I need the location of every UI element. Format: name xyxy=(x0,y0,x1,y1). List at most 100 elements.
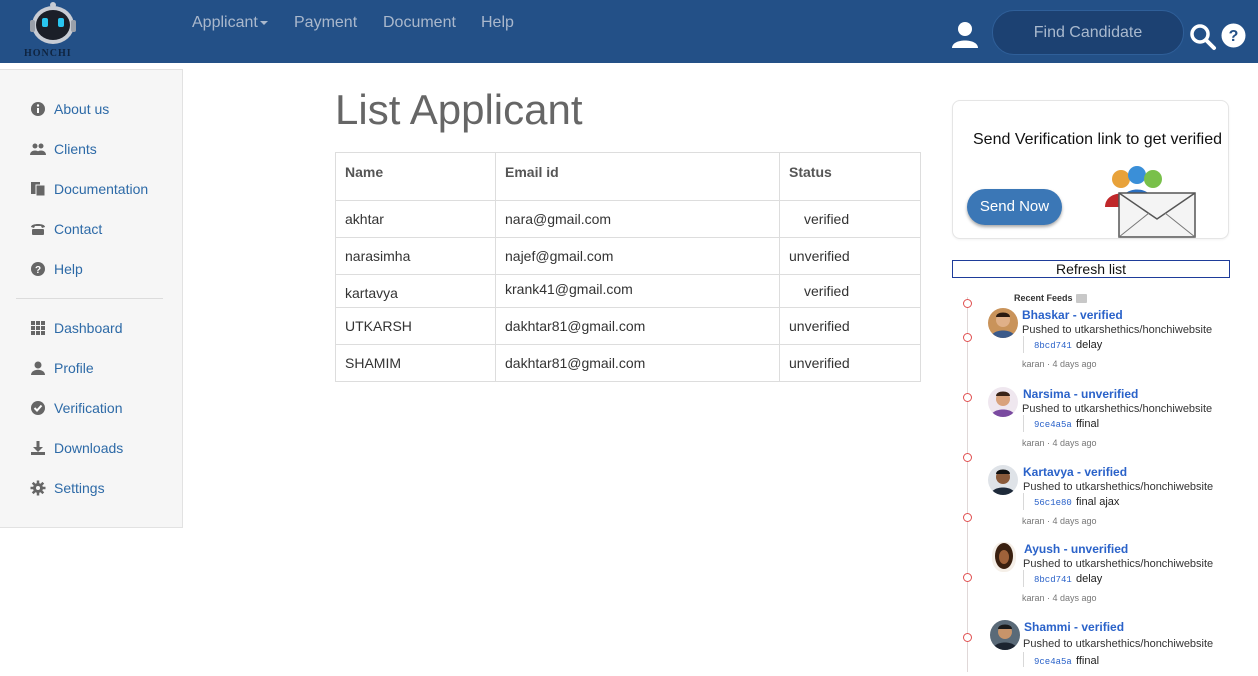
commit-message: ffinal xyxy=(1076,655,1100,667)
feed-item: Bhaskar - verified Pushed to utkarshethi… xyxy=(988,308,1238,378)
table-row: akhtar nara@gmail.com verified xyxy=(335,200,921,238)
feed-user-link[interactable]: Narsima - unverified xyxy=(1023,387,1138,401)
sidebar-item-help[interactable]: ? Help xyxy=(30,259,83,279)
search-icon[interactable] xyxy=(1189,23,1217,51)
timeline-dot xyxy=(963,333,972,342)
feed-pushed-text: Pushed to utkarshethics/honchiwebsite xyxy=(1023,638,1214,650)
timeline-dot xyxy=(963,453,972,462)
gear-icon xyxy=(30,480,46,496)
svg-text:?: ? xyxy=(35,265,41,276)
find-candidate-search[interactable]: Find Candidate xyxy=(992,10,1184,55)
commit-bar xyxy=(1023,493,1024,510)
mail-users-icon xyxy=(1105,166,1196,238)
sidebar-item-about-us[interactable]: About us xyxy=(30,99,109,119)
sidebar-item-settings[interactable]: Settings xyxy=(30,478,105,498)
page-title: List Applicant xyxy=(335,86,583,133)
commit-message: delay xyxy=(1076,339,1103,351)
column-header-name: Name xyxy=(335,152,496,201)
cell-email: krank41@gmail.com xyxy=(495,274,780,308)
table-row: narasimha najef@gmail.com unverified xyxy=(335,237,921,275)
files-icon xyxy=(31,182,46,197)
phone-icon xyxy=(31,224,45,235)
avatar xyxy=(988,465,1018,495)
users-icon xyxy=(30,143,46,155)
commit-hash-link[interactable]: 9ce4a5a xyxy=(1034,657,1072,667)
avatar xyxy=(988,308,1018,338)
commit-hash-link[interactable]: 9ce4a5a xyxy=(1034,420,1072,430)
sidebar-item-label: Clients xyxy=(54,141,97,157)
refresh-list-button[interactable]: Refresh list xyxy=(952,260,1230,278)
sidebar-item-label: Dashboard xyxy=(54,320,123,336)
top-navbar: HONCHI Applicant Payment Document Help F… xyxy=(0,0,1258,63)
commit-message: ffinal xyxy=(1076,418,1100,430)
commit-hash-link[interactable]: 8bcd741 xyxy=(1034,341,1072,351)
info-circle-icon xyxy=(31,102,45,116)
timeline-dot xyxy=(963,573,972,582)
sidebar-item-label: Profile xyxy=(54,360,94,376)
logo-text: HONCHI xyxy=(24,48,72,59)
download-icon xyxy=(31,441,45,455)
table-row: kartavya krank41@gmail.com verified xyxy=(335,274,921,308)
feed-user-link[interactable]: Shammi - verified xyxy=(1024,620,1124,634)
sidebar-item-clients[interactable]: Clients xyxy=(30,139,97,159)
recent-feeds-header: Recent Feeds xyxy=(1014,293,1087,303)
commit-message: final ajax xyxy=(1076,496,1120,508)
avatar xyxy=(992,542,1016,572)
feed-user-link[interactable]: Kartavya - verified xyxy=(1023,465,1127,479)
sidebar: About us Clients Documentation Contact ?… xyxy=(0,69,183,528)
nav-applicant-label: Applicant xyxy=(192,14,258,31)
cell-name: narasimha xyxy=(335,237,496,275)
column-header-status: Status xyxy=(779,152,921,201)
commit-bar xyxy=(1023,415,1024,432)
cell-email: dakhtar81@gmail.com xyxy=(495,307,780,345)
question-circle-icon[interactable]: ? xyxy=(1221,23,1246,48)
sidebar-item-label: Help xyxy=(54,261,83,277)
verification-text: Send Verification link to get verified xyxy=(973,131,1223,148)
feed-item: Narsima - unverified Pushed to utkarshet… xyxy=(988,387,1238,457)
commit-hash-link[interactable]: 56c1e80 xyxy=(1034,498,1072,508)
cell-status: verified xyxy=(779,274,921,308)
cell-status: verified xyxy=(779,200,921,238)
grid-icon xyxy=(31,321,45,335)
sidebar-item-label: Contact xyxy=(54,221,103,237)
feed-item: Kartavya - verified Pushed to utkarsheth… xyxy=(988,465,1238,535)
check-circle-icon xyxy=(31,401,45,415)
cell-name: UTKARSH xyxy=(335,307,496,345)
cell-email: nara@gmail.com xyxy=(495,200,780,238)
send-now-button[interactable]: Send Now xyxy=(967,189,1062,225)
timeline-dot xyxy=(963,393,972,402)
cell-name: kartavya xyxy=(335,274,496,308)
sidebar-item-dashboard[interactable]: Dashboard xyxy=(30,318,123,338)
timeline-dot xyxy=(963,513,972,522)
sidebar-item-downloads[interactable]: Downloads xyxy=(30,438,123,458)
sidebar-item-verification[interactable]: Verification xyxy=(30,398,122,418)
svg-text:?: ? xyxy=(1229,28,1239,45)
recent-feeds-title: Recent Feeds xyxy=(1014,293,1073,303)
feed-meta: karan · 4 days ago xyxy=(1022,359,1097,369)
commit-hash-link[interactable]: 8bcd741 xyxy=(1034,575,1072,585)
sidebar-item-label: Documentation xyxy=(54,181,149,197)
caret-down-icon xyxy=(259,20,268,25)
table-header-row: Name Email id Status xyxy=(335,152,921,201)
feed-meta: karan · 4 days ago xyxy=(1022,593,1097,603)
avatar xyxy=(988,387,1018,417)
avatar xyxy=(990,620,1020,650)
sidebar-item-contact[interactable]: Contact xyxy=(30,219,102,239)
timeline-dot xyxy=(963,633,972,642)
nav-document[interactable]: Document xyxy=(383,14,456,32)
timeline-line xyxy=(967,297,968,672)
nav-payment[interactable]: Payment xyxy=(294,14,357,32)
user-account-icon[interactable] xyxy=(950,20,980,48)
cell-status: unverified xyxy=(779,307,921,345)
nav-applicant-dropdown[interactable]: Applicant xyxy=(192,14,268,32)
feed-meta: karan · 4 days ago xyxy=(1022,438,1097,448)
nav-help[interactable]: Help xyxy=(481,14,514,32)
sidebar-item-profile[interactable]: Profile xyxy=(30,358,94,378)
sidebar-item-documentation[interactable]: Documentation xyxy=(30,179,148,199)
commit-bar xyxy=(1023,570,1024,587)
rss-icon[interactable] xyxy=(1075,293,1087,303)
table-row: UTKARSH dakhtar81@gmail.com unverified xyxy=(335,307,921,345)
feed-user-link[interactable]: Bhaskar - verified xyxy=(1022,308,1123,322)
timeline-dot xyxy=(963,299,972,308)
feed-user-link[interactable]: Ayush - unverified xyxy=(1024,542,1128,556)
